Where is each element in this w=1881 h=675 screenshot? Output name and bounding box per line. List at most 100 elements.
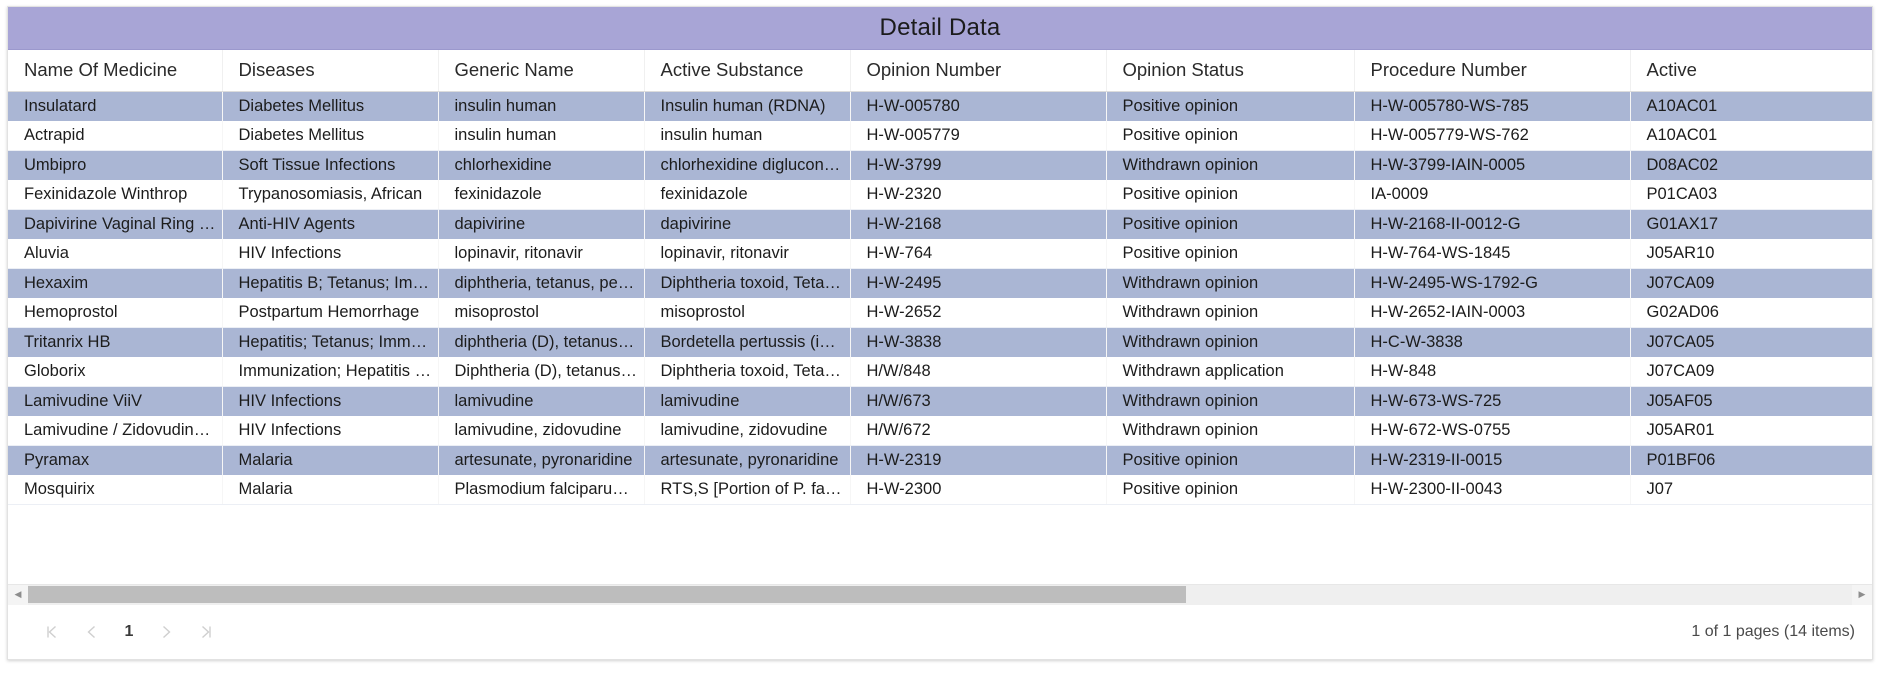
- cell-opinion-number: H/W/672: [850, 415, 1106, 446]
- cell-procedure-number: IA-0009: [1354, 179, 1630, 210]
- cell-name-of-medicine: Actrapid: [8, 120, 222, 151]
- cell-name-of-medicine: Globorix: [8, 356, 222, 387]
- column-header-name-of-medicine[interactable]: Name Of Medicine: [8, 50, 223, 92]
- column-header-opinion-number[interactable]: Opinion Number: [850, 50, 1107, 92]
- cell-opinion-status: Withdrawn opinion: [1106, 327, 1354, 357]
- table-row[interactable]: Pyramax Malaria artesunate, pyronaridine ar…: [8, 445, 1872, 475]
- table-viewport[interactable]: Name Of Medicine Diseases Generic Name A…: [8, 50, 1872, 584]
- table-row[interactable]: Aluvia HIV Infections lopinavir, ritonavir…: [8, 238, 1872, 269]
- cell-generic-name: dapivirine: [438, 209, 644, 239]
- cell-active-substance: dapivirine: [644, 209, 850, 239]
- cell-opinion-status: Positive opinion: [1106, 209, 1354, 239]
- cell-opinion-status: Withdrawn opinion: [1106, 297, 1354, 328]
- cell-procedure-number: H-W-2495-WS-1792-G: [1354, 268, 1630, 298]
- cell-diseases: Malaria: [222, 474, 438, 505]
- column-header-diseases[interactable]: Diseases: [222, 50, 439, 92]
- first-page-button[interactable]: [32, 612, 72, 652]
- scroll-right-arrow-icon[interactable]: ▶: [1852, 584, 1872, 605]
- scroll-left-arrow-icon[interactable]: ◀: [8, 584, 28, 605]
- table-row[interactable]: Dapivirine Vaginal Ring 25 mgAnti-HIV Ag…: [8, 209, 1872, 239]
- cell-name-of-medicine: Umbipro: [8, 150, 222, 180]
- cell-opinion-number: H/W/848: [850, 356, 1106, 387]
- scrollbar-track[interactable]: [28, 584, 1852, 605]
- cell-procedure-number: H-W-848: [1354, 356, 1630, 387]
- cell-generic-name: lamivudine: [438, 386, 644, 416]
- cell-opinion-number: H-W-005779: [850, 120, 1106, 151]
- cell-generic-name: insulin human: [438, 91, 644, 121]
- cell-opinion-number: H-W-2320: [850, 179, 1106, 210]
- cell-procedure-number: H-W-2168-II-0012-G: [1354, 209, 1630, 239]
- cell-opinion-number: H-W-2168: [850, 209, 1106, 239]
- cell-active-substance: artesunate, pyronaridine: [644, 445, 850, 475]
- current-page-number[interactable]: 1: [112, 612, 146, 652]
- cell-generic-name: Diphtheria (D), tetanus (T), p…: [438, 356, 644, 387]
- cell-active-substance: insulin human: [644, 120, 850, 151]
- previous-page-button[interactable]: [72, 612, 112, 652]
- cell-procedure-number: H-W-2652-IAIN-0003: [1354, 297, 1630, 328]
- table-row[interactable]: MosquirixMalariaPlasmodium falciparum an…: [8, 474, 1872, 505]
- table-row[interactable]: Insulatard Diabetes Mellitus insulin human…: [8, 91, 1872, 121]
- column-header-procedure-number[interactable]: Procedure Number: [1354, 50, 1631, 92]
- detail-data-grid-panel: Detail Data Name Of Medicine Diseases Ge…: [7, 6, 1873, 660]
- table-row[interactable]: Lamivudine ViiV HIV Infections lamivudine l…: [8, 386, 1872, 416]
- table-row[interactable]: Hemoprostol Postpartum Hemorrhage misopros…: [8, 297, 1872, 328]
- horizontal-scrollbar[interactable]: ◀ ▶: [8, 584, 1872, 605]
- cell-active: J07: [1630, 474, 1872, 505]
- cell-active-substance: chlorhexidine digluconate: [644, 150, 850, 180]
- chevron-right-icon: [163, 625, 171, 639]
- cell-active-substance: misoprostol: [644, 297, 850, 328]
- cell-procedure-number: H-W-005779-WS-762: [1354, 120, 1630, 151]
- table-row[interactable]: Actrapid Diabetes Mellitus insulin human in…: [8, 120, 1872, 151]
- table-row[interactable]: Umbipro Soft Tissue Infections chlorhexidi…: [8, 150, 1872, 180]
- cell-active-substance: fexinidazole: [644, 179, 850, 210]
- column-header-opinion-status[interactable]: Opinion Status: [1106, 50, 1355, 92]
- cell-diseases: HIV Infections: [222, 238, 438, 269]
- column-header-generic-name[interactable]: Generic Name: [438, 50, 645, 92]
- table-row[interactable]: GloborixImmunization; Hepatitis B; Di…Di…: [8, 356, 1872, 387]
- cell-active: D08AC02: [1630, 150, 1872, 180]
- cell-active: A10AC01: [1630, 91, 1872, 121]
- cell-diseases: Hepatitis; Tetanus; Immuniza…: [222, 327, 438, 357]
- cell-name-of-medicine: Lamivudine ViiV: [8, 386, 222, 416]
- table-row[interactable]: Tritanrix HBHepatitis; Tetanus; Immuniza…: [8, 327, 1872, 357]
- next-page-button[interactable]: [146, 612, 186, 652]
- cell-generic-name: fexinidazole: [438, 179, 644, 210]
- cell-name-of-medicine: Insulatard: [8, 91, 222, 121]
- cell-opinion-status: Withdrawn opinion: [1106, 415, 1354, 446]
- cell-name-of-medicine: Fexinidazole Winthrop: [8, 179, 222, 210]
- cell-active-substance: RTS,S [Portion of P. falciparu…: [644, 474, 850, 505]
- cell-opinion-status: Positive opinion: [1106, 91, 1354, 121]
- first-page-icon: [47, 625, 56, 639]
- cell-opinion-status: Positive opinion: [1106, 179, 1354, 210]
- cell-procedure-number: H-W-2300-II-0043: [1354, 474, 1630, 505]
- cell-generic-name: insulin human: [438, 120, 644, 151]
- cell-active-substance: Insulin human (RDNA): [644, 91, 850, 121]
- panel-title: Detail Data: [8, 7, 1872, 50]
- cell-generic-name: lamivudine, zidovudine: [438, 415, 644, 446]
- cell-active: G02AD06: [1630, 297, 1872, 328]
- table-row[interactable]: Fexinidazole Winthrop Trypanosomiasis, Af…: [8, 179, 1872, 210]
- cell-opinion-number: H-W-3799: [850, 150, 1106, 180]
- cell-opinion-number: H-W-2652: [850, 297, 1106, 328]
- cell-active: J05AF05: [1630, 386, 1872, 416]
- cell-opinion-status: Withdrawn opinion: [1106, 150, 1354, 180]
- table-row[interactable]: HexaximHepatitis B; Tetanus; Immuni…diph…: [8, 268, 1872, 298]
- cell-diseases: HIV Infections: [222, 415, 438, 446]
- cell-procedure-number: H-W-2319-II-0015: [1354, 445, 1630, 475]
- pagination-summary: 1 of 1 pages (14 items): [1691, 623, 1855, 640]
- last-page-button[interactable]: [186, 612, 226, 652]
- cell-generic-name: misoprostol: [438, 297, 644, 328]
- cell-active: J07CA05: [1630, 327, 1872, 357]
- cell-diseases: Trypanosomiasis, African: [222, 179, 438, 210]
- column-header-active-substance[interactable]: Active Substance: [644, 50, 851, 92]
- cell-procedure-number: H-W-3799-IAIN-0005: [1354, 150, 1630, 180]
- cell-active: A10AC01: [1630, 120, 1872, 151]
- scrollbar-thumb[interactable]: [28, 585, 1187, 603]
- cell-opinion-status: Withdrawn opinion: [1106, 268, 1354, 298]
- cell-name-of-medicine: Hexaxim: [8, 268, 222, 298]
- cell-active-substance: Bordetella pertussis (inactiva…: [644, 327, 850, 357]
- header-row: Name Of Medicine Diseases Generic Name A…: [8, 50, 1872, 92]
- cell-diseases: Diabetes Mellitus: [222, 91, 438, 121]
- table-row[interactable]: Lamivudine / Zidovudine Vii… HIV Infectio…: [8, 415, 1872, 446]
- column-header-active[interactable]: Active: [1630, 50, 1872, 92]
